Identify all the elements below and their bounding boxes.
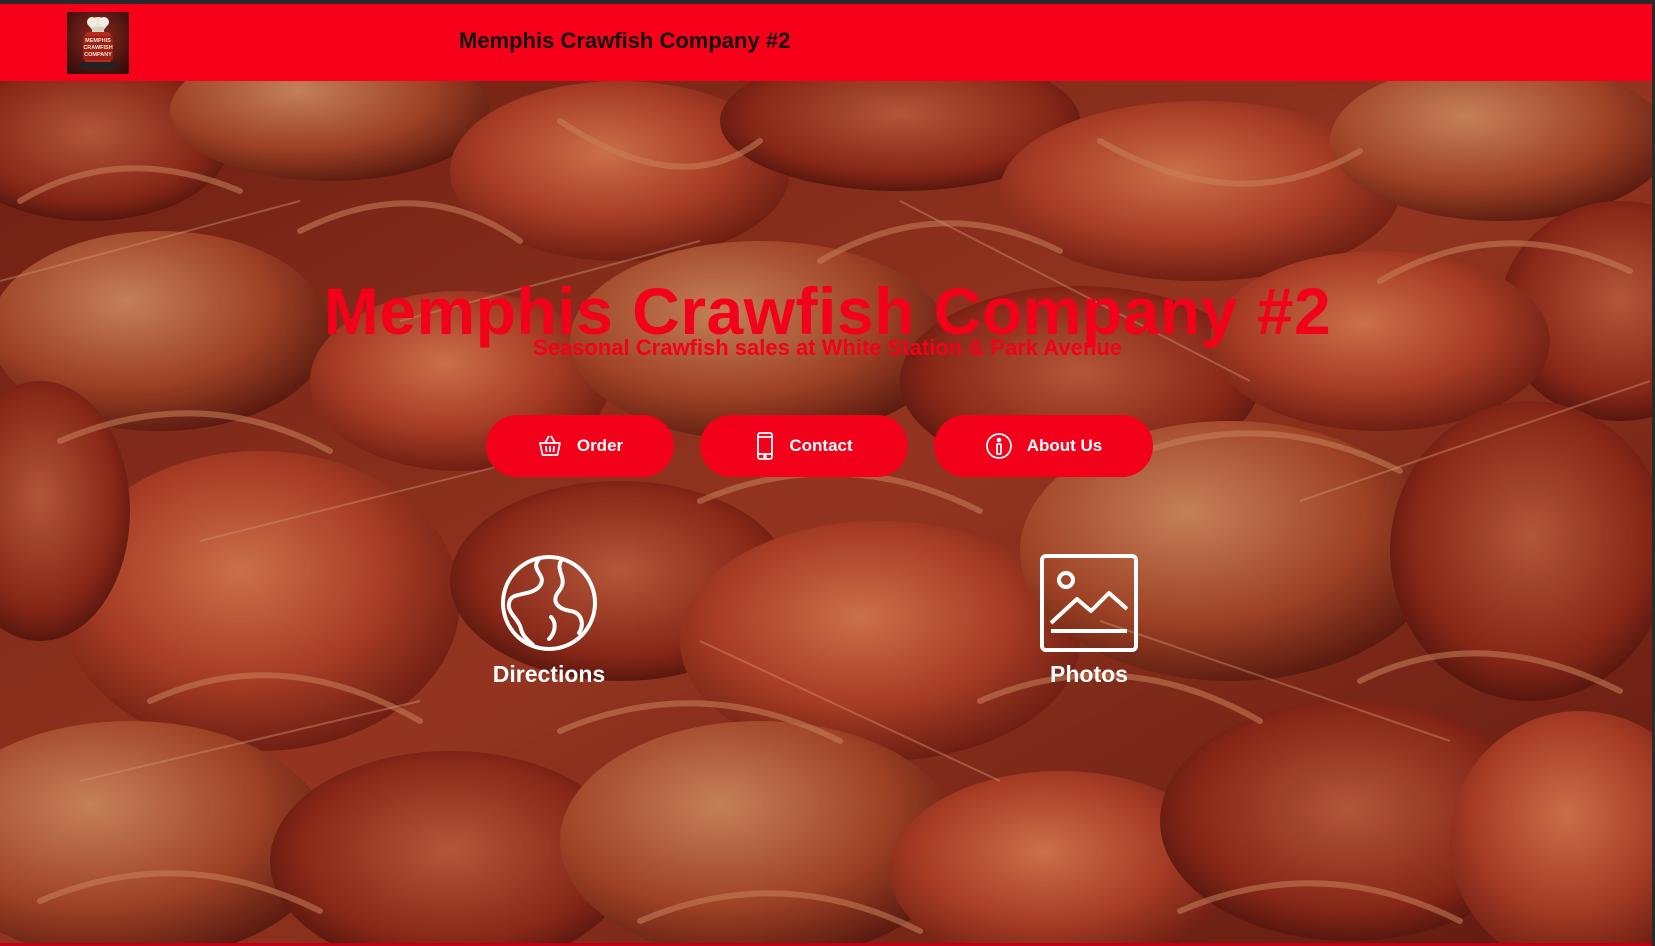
hero-subtitle: Seasonal Crawfish sales at White Station…	[533, 335, 1122, 360]
hero-section: Memphis Crawfish Company #2 Seasonal Cra…	[0, 81, 1655, 943]
info-icon	[985, 432, 1013, 460]
logo-text-1: MEMPHIS	[85, 38, 111, 44]
logo-text-3: COMPANY	[84, 52, 112, 58]
photos-label: Photos	[1050, 661, 1128, 687]
site-name[interactable]: Memphis Crawfish Company #2	[459, 28, 790, 54]
navbar: MEMPHIS CRAWFISH COMPANY Memphis Crawfis…	[0, 4, 1655, 81]
photos-link[interactable]: Photos	[989, 553, 1189, 688]
directions-link[interactable]: Directions	[449, 553, 649, 688]
order-button-label: Order	[576, 436, 624, 455]
basket-icon	[537, 433, 563, 459]
logo[interactable]: MEMPHIS CRAWFISH COMPANY	[67, 12, 129, 74]
order-button[interactable]: Order	[486, 415, 674, 477]
directions-label: Directions	[492, 661, 606, 687]
page: MEMPHIS CRAWFISH COMPANY Memphis Crawfis…	[0, 0, 1655, 946]
image-icon	[989, 553, 1189, 653]
hero-background-image	[0, 81, 1655, 943]
logo-text-2: CRAWFISH	[83, 45, 112, 51]
logo-image: MEMPHIS CRAWFISH COMPANY	[79, 17, 117, 69]
phone-icon	[755, 431, 775, 461]
contact-button-label: Contact	[789, 436, 853, 455]
about-us-button-label: About Us	[1026, 436, 1103, 455]
about-us-button[interactable]: About Us	[934, 415, 1153, 477]
contact-button[interactable]: Contact	[700, 415, 908, 477]
globe-icon	[449, 553, 649, 653]
